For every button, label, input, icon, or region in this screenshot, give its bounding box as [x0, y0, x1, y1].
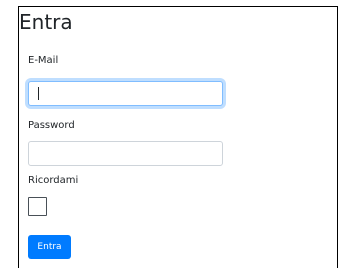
page-frame — [18, 6, 338, 268]
login-button[interactable]: Entra — [28, 235, 71, 259]
email-label: E-Mail — [28, 55, 59, 66]
remember-me-label: Ricordami — [28, 175, 79, 186]
password-field[interactable] — [28, 141, 223, 166]
text-cursor — [38, 87, 39, 100]
page-title: Entra — [19, 10, 73, 34]
email-field[interactable] — [28, 81, 223, 106]
password-label: Password — [28, 120, 75, 131]
remember-me-checkbox[interactable] — [28, 197, 47, 216]
